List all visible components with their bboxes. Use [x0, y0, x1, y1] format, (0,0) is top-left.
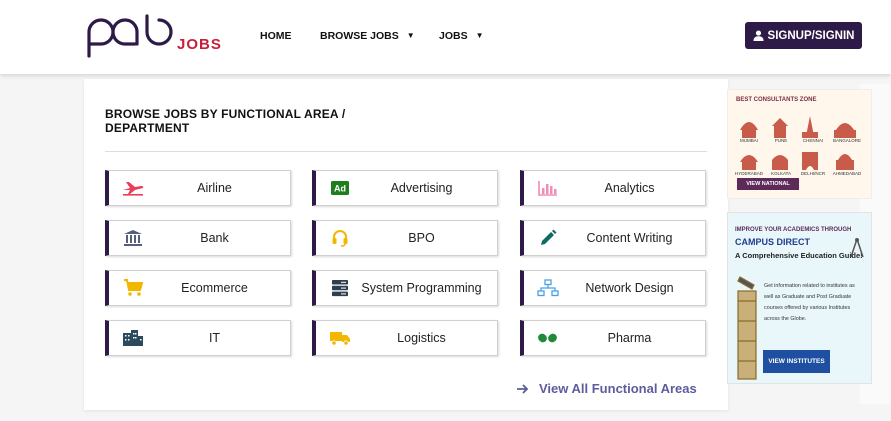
area-label: Bank: [200, 231, 229, 245]
functional-area-panel: BROWSE JOBS BY FUNCTIONAL AREA / DEPARTM…: [84, 79, 728, 410]
area-label: Analytics: [604, 181, 655, 195]
area-tile-logistics[interactable]: Logistics: [312, 320, 498, 356]
area-tile-analytics[interactable]: Analytics: [520, 170, 706, 206]
view-all-functional-areas-link[interactable]: View All Functional Areas: [517, 381, 697, 396]
area-label: Ecommerce: [181, 281, 248, 295]
area-label: Logistics: [397, 331, 446, 345]
area-label: Advertising: [390, 181, 453, 195]
view-institutes-button[interactable]: VIEW INSTITUTES: [763, 350, 830, 373]
caret-down-icon: ▼: [475, 31, 484, 40]
city-label: CHENNAI: [802, 138, 824, 143]
area-tile-pharma[interactable]: Pharma: [520, 320, 706, 356]
nav-home-label: HOME: [260, 30, 292, 42]
signup-signin-label: SIGNUP/SIGNIN: [767, 29, 855, 42]
signup-signin-button[interactable]: SIGNUP/SIGNIN: [745, 22, 862, 49]
caret-down-icon: ▼: [406, 31, 415, 40]
area-label: BPO: [408, 231, 435, 245]
site-logo[interactable]: JOBS: [85, 14, 225, 58]
site-header: JOBS HOME BROWSE JOBS ▼ JOBS ▼ SIGNUP/SIGN…: [0, 0, 891, 74]
svg-text:Ad: Ad: [334, 184, 346, 194]
city-label: DELHI/NCR: [800, 171, 826, 176]
nav-jobs[interactable]: JOBS ▼: [439, 30, 484, 42]
compass-icon: [850, 238, 864, 258]
area-tile-content-writing[interactable]: Content Writing: [520, 220, 706, 256]
city-label: BANGALORE: [832, 138, 861, 143]
view-all-label: View All Functional Areas: [539, 381, 697, 396]
banner-heading: CAMPUS DIRECT: [735, 237, 811, 247]
logo-mark: [87, 14, 173, 58]
area-tile-airline[interactable]: Airline: [105, 170, 291, 206]
city-label: HYDERABAD: [734, 171, 763, 176]
divider: [105, 151, 707, 152]
area-label: Content Writing: [586, 231, 673, 245]
banner-body: Get information related to institutes as…: [764, 283, 855, 322]
panel-title: BROWSE JOBS BY FUNCTIONAL AREA / DEPARTM…: [105, 107, 346, 135]
area-label: Airline: [197, 181, 232, 195]
banner-line: IMPROVE YOUR ACADEMICS THROUGH: [735, 227, 852, 233]
city-label: AHMEDABAD: [832, 171, 862, 176]
nav-browse-jobs[interactable]: BROWSE JOBS ▼: [320, 30, 415, 42]
nav-jobs-label: JOBS: [439, 30, 468, 42]
area-tile-bpo[interactable]: BPO: [312, 220, 498, 256]
area-label: Network Design: [585, 281, 674, 295]
area-tile-system-programming[interactable]: System Programming: [312, 270, 498, 306]
telescope-tower-illustration: [737, 276, 757, 380]
city-label: KOLKATA: [770, 171, 792, 176]
banner-subheading: A Comprehensive Education Guide!: [735, 251, 863, 260]
consultants-zone-banner[interactable]: BEST CONSULTANTS ZONE MUMBAI PUNE CHENNA…: [727, 89, 872, 199]
area-tile-it[interactable]: IT: [105, 320, 291, 356]
area-tile-bank[interactable]: Bank: [105, 220, 291, 256]
area-label: System Programming: [361, 281, 482, 295]
campus-direct-banner[interactable]: IMPROVE YOUR ACADEMICS THROUGH CAMPUS DI…: [727, 212, 872, 384]
area-label: Pharma: [607, 331, 652, 345]
logo-jobs-text: JOBS: [177, 36, 222, 53]
area-tile-ecommerce[interactable]: Ecommerce: [105, 270, 291, 306]
user-icon: [753, 30, 764, 41]
banner-title: BEST CONSULTANTS ZONE: [736, 97, 817, 103]
city-label: PUNE: [774, 138, 788, 143]
view-national-button[interactable]: VIEW NATIONAL: [737, 178, 799, 190]
city-label: MUMBAI: [740, 138, 758, 143]
area-tile-network-design[interactable]: Network Design: [520, 270, 706, 306]
nav-home[interactable]: HOME: [260, 30, 292, 42]
nav-browse-jobs-label: BROWSE JOBS: [320, 30, 399, 42]
arrow-right-icon: [517, 383, 529, 394]
area-tile-advertising[interactable]: Ad Advertising: [312, 170, 498, 206]
area-label: IT: [208, 331, 221, 345]
